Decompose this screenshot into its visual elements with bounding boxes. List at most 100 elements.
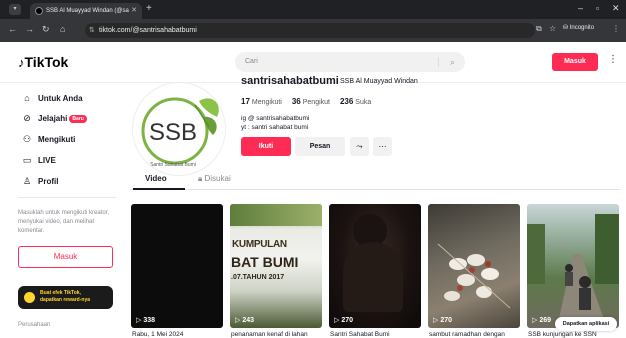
effect-icon	[24, 292, 35, 303]
incognito-indicator[interactable]: ⛁ Incognito	[563, 24, 594, 31]
minimize-icon[interactable]: –	[578, 3, 583, 13]
video-caption[interactable]: penanaman kenaf di lahan	[231, 331, 323, 338]
thumb-overlay-text: KUMPULAN	[232, 239, 287, 250]
video-views: ▷ 243	[235, 317, 255, 324]
sidebar-item-for-you[interactable]: ⌂ Untuk Anda	[20, 91, 83, 105]
profile-tabs: Video 🔒︎ Disukai	[130, 170, 620, 190]
video-views: ▷ 269	[532, 317, 552, 324]
thumb-overlay-text: BAT BUMI	[231, 254, 299, 270]
back-icon[interactable]: ←	[8, 24, 17, 34]
video-caption[interactable]: Santri Sahabat Bumi	[330, 331, 422, 338]
avatar-text: SSB	[149, 119, 197, 146]
following-icon: ⚇	[22, 134, 32, 144]
likes-label: Suka	[355, 99, 372, 106]
tab-search-button[interactable]: ▾	[9, 4, 21, 15]
search-placeholder: Cari	[245, 58, 258, 65]
follow-button[interactable]: Ikuti	[241, 137, 291, 156]
company-link[interactable]: Perusahaan	[18, 322, 50, 328]
video-thumbnail[interactable]: ▷ 338	[131, 204, 223, 328]
search-input[interactable]: Cari ⌕	[235, 52, 465, 72]
video-views: ▷ 338	[136, 317, 156, 324]
video-thumbnail[interactable]: ▷ 270	[428, 204, 520, 328]
address-bar-row: ← → ↻ ⌂ ⇅ tiktok.com/@santrisahabatbumi …	[0, 19, 626, 42]
message-button[interactable]: Pesan	[295, 137, 345, 156]
close-window-icon[interactable]: ✕	[612, 3, 620, 14]
sidebar-item-explore[interactable]: ⊘ Jelajahi Baru	[20, 111, 87, 125]
site-info-icon[interactable]: ⇅	[89, 23, 95, 38]
bookmark-star-icon[interactable]: ☆	[549, 24, 556, 33]
following-count[interactable]: 17	[241, 97, 250, 106]
sidebar-login-button[interactable]: Masuk	[18, 246, 113, 268]
tiktok-favicon-icon	[35, 7, 43, 15]
sidebar-item-label: Jelajahi	[38, 114, 68, 123]
tab-video[interactable]: Video	[145, 174, 167, 183]
login-prompt-text: Masuklah untuk mengikuti kreator, menyuk…	[18, 210, 110, 234]
tab-liked[interactable]: 🔒︎ Disukai	[198, 174, 231, 184]
browser-tab-strip: ▾ SSB Al Muayyad Windan (@sa ✕ + – ▫ ✕	[0, 0, 626, 19]
browser-tab-title: SSB Al Muayyad Windan (@sa	[46, 8, 129, 14]
reload-icon[interactable]: ↻	[42, 24, 50, 35]
forward-icon[interactable]: →	[25, 24, 34, 34]
browser-tab[interactable]: SSB Al Muayyad Windan (@sa ✕	[30, 3, 142, 19]
more-icon[interactable]: ⋯	[373, 137, 392, 156]
bio-line: ig @ santrisahabatbumi	[241, 115, 310, 122]
followers-count[interactable]: 36	[292, 97, 301, 106]
get-app-button[interactable]: Dapatkan aplikasi	[555, 317, 617, 331]
sidebar-item-profile[interactable]: ♙ Profil	[20, 174, 59, 188]
profile-stats: 17 Mengikuti 36 Pengikut 236 Suka	[241, 97, 379, 106]
sidebar-item-following[interactable]: ⚇ Mengikuti	[20, 132, 75, 146]
browser-menu-icon[interactable]: ⋮	[612, 24, 620, 33]
logo-text: TikTok	[24, 54, 69, 70]
video-views: ▷ 270	[334, 317, 354, 324]
profile-nickname: SSB Al Muayyad Windan	[340, 78, 418, 85]
video-thumbnail[interactable]: KUMPULAN BAT BUMI .07.TAHUN 2017 ▷ 243	[230, 204, 322, 328]
avatar: SSB Santri Sahabat Bumi	[132, 82, 226, 176]
search-icon[interactable]: ⌕	[450, 52, 455, 72]
thumb-foliage	[230, 204, 322, 226]
thumb-overlay-text: .07.TAHUN 2017	[231, 274, 285, 281]
following-label: Mengikuti	[251, 99, 282, 106]
thumb-silhouette	[343, 242, 403, 312]
sidebar-item-live[interactable]: ▭ LIVE	[20, 153, 56, 167]
url-field[interactable]: ⇅ tiktok.com/@santrisahabatbumi	[85, 23, 535, 38]
home-browser-icon[interactable]: ⌂	[60, 24, 65, 34]
login-button[interactable]: Masuk	[552, 53, 598, 71]
ssb-logo-icon: SSB Santri Sahabat Bumi	[141, 97, 219, 168]
sidebar-item-label: Untuk Anda	[38, 94, 83, 103]
sidebar-item-label: Profil	[38, 177, 59, 186]
translate-icon[interactable]: ⧉	[536, 24, 542, 34]
active-tab-indicator	[133, 188, 185, 190]
followers-label: Pengikut	[302, 99, 330, 106]
likes-count: 236	[339, 97, 354, 106]
profile-username: santrisahabatbumi	[241, 75, 339, 87]
video-thumbnail[interactable]: ▷ 269	[527, 204, 619, 328]
close-tab-icon[interactable]: ✕	[131, 3, 137, 19]
effect-card-line2: dapatkan reward-nya	[40, 297, 91, 303]
tab-liked-label: Disukai	[204, 174, 231, 183]
incognito-label: Incognito	[569, 25, 595, 31]
more-options-icon[interactable]: ⋮	[608, 54, 618, 65]
bio-line: yt : santri sahabat bumi	[241, 124, 309, 131]
video-caption[interactable]: Rabu, 1 Mei 2024	[132, 331, 224, 338]
tiktok-logo[interactable]: ♪TikTok	[18, 54, 68, 70]
thumb-image	[437, 243, 511, 309]
search-divider	[438, 57, 439, 67]
sidebar-item-label: Mengikuti	[38, 135, 76, 144]
incognito-icon: ⛁	[563, 25, 570, 31]
new-badge: Baru	[69, 114, 87, 123]
new-tab-icon[interactable]: +	[146, 3, 152, 15]
video-caption[interactable]: sambut ramadhan dengan	[429, 331, 521, 338]
maximize-icon[interactable]: ▫	[596, 3, 599, 13]
profile-bio: ig @ santrisahabatbumi yt : santri sahab…	[241, 114, 309, 132]
profile-icon: ♙	[22, 176, 32, 186]
video-grid: ▷ 338 Rabu, 1 Mei 2024 KUMPULAN BAT BUMI…	[131, 204, 626, 338]
sidebar-item-label: LIVE	[38, 156, 56, 165]
home-icon: ⌂	[24, 93, 30, 103]
video-thumbnail[interactable]: ▷ 270	[329, 204, 421, 328]
share-icon[interactable]: ⤳	[350, 137, 369, 156]
effect-house-banner[interactable]: Buat efek TikTok, dapatkan reward-nya	[18, 286, 113, 309]
video-caption[interactable]: SSB kunjungan ke SSN	[528, 331, 620, 338]
effect-card-line1: Buat efek TikTok,	[40, 290, 81, 296]
url-text: tiktok.com/@santrisahabatbumi	[99, 27, 197, 34]
tiktok-page: ♪TikTok Cari ⌕ Masuk ⋮ ⌂ Untuk Anda ⊘ Jela…	[0, 42, 626, 338]
